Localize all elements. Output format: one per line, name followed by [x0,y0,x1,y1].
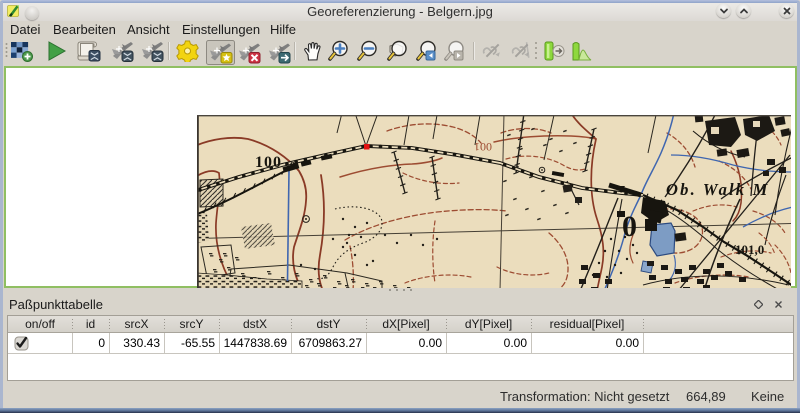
svg-text:100: 100 [255,154,282,171]
svg-text:o: o [290,159,295,170]
svg-text:Ob. Walk M: Ob. Walk M [666,180,769,199]
svg-text:001: 001 [474,140,492,154]
svg-text:101,0: 101,0 [735,242,764,257]
svg-text:0: 0 [622,210,637,243]
